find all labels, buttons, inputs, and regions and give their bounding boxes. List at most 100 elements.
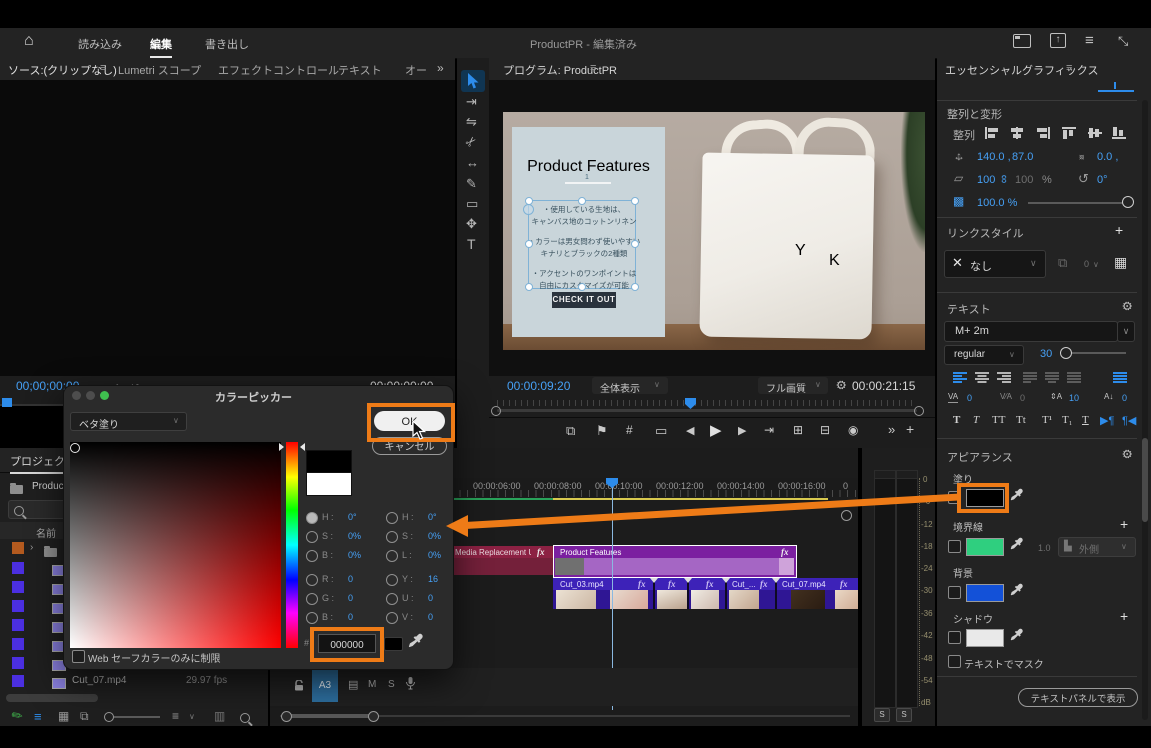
overwrite-icon[interactable]: ⊟ <box>820 423 830 437</box>
selection-handle[interactable] <box>631 283 639 291</box>
shadow-checkbox[interactable] <box>948 631 961 644</box>
rgb-b-value[interactable]: 0 <box>348 612 353 622</box>
home-icon[interactable]: ⌂ <box>24 32 34 50</box>
label-swatch[interactable] <box>12 675 24 687</box>
hand-tool[interactable]: ✥ <box>466 216 477 232</box>
label-swatch[interactable] <box>12 619 24 631</box>
hsl-h-radio[interactable] <box>386 512 398 524</box>
type-tool[interactable]: T <box>467 236 476 252</box>
yuv-y-value[interactable]: 16 <box>428 574 438 584</box>
underline-button[interactable]: T <box>1082 414 1089 426</box>
hsl-s-radio[interactable] <box>386 531 398 543</box>
hue-strip[interactable] <box>286 442 298 648</box>
yuv-y-radio[interactable] <box>386 574 398 586</box>
automate-icon[interactable]: ▥ <box>214 709 225 723</box>
freeform-view-icon[interactable]: ⧉ <box>80 709 89 724</box>
rgb-g-radio[interactable] <box>306 593 318 605</box>
track-mute-button[interactable]: M <box>368 679 376 690</box>
yuv-v-value[interactable]: 0 <box>428 612 433 622</box>
rgb-b-radio[interactable] <box>306 612 318 624</box>
fill-type-select[interactable]: ベタ塗り∨ <box>70 412 187 431</box>
export-frame-icon[interactable]: ◉ <box>848 423 858 437</box>
fx-badge[interactable]: fx <box>706 579 714 589</box>
sort-chevron-icon[interactable]: ∨ <box>189 712 195 721</box>
hsb-b-radio[interactable] <box>306 550 318 562</box>
style-grid-icon[interactable]: ▦ <box>1114 254 1127 271</box>
faux-bold-button[interactable]: T <box>953 414 960 426</box>
tab-more-chevrons[interactable]: » <box>437 61 444 75</box>
align-center-v-icon[interactable] <box>1088 126 1102 144</box>
selection-handle[interactable] <box>578 197 586 205</box>
program-scrub-handle-left[interactable] <box>491 406 501 416</box>
align-center-h-icon[interactable] <box>1010 126 1024 144</box>
text-wrench-icon[interactable]: ⚙ <box>1120 301 1134 312</box>
zoom-slider-knob[interactable] <box>104 712 114 722</box>
tab-lumetri[interactable]: Lumetri スコープ <box>118 62 201 78</box>
program-fit-select[interactable]: 全体表示∨ <box>592 377 668 394</box>
mask-with-text-checkbox[interactable] <box>948 655 961 668</box>
solo-button-left[interactable]: S <box>874 708 890 722</box>
program-settings-wrench-icon[interactable]: ⚙ <box>834 380 848 391</box>
voiceover-mic-icon[interactable] <box>406 677 415 695</box>
shadow-add-icon[interactable]: + <box>1120 608 1128 624</box>
align-top-icon[interactable] <box>1062 126 1076 144</box>
eg-edit-tab-indicator[interactable] <box>1098 82 1134 94</box>
tab-text[interactable]: テキスト <box>338 62 382 78</box>
fx-badge[interactable]: fx <box>668 579 676 589</box>
transport-add-icon[interactable]: + <box>906 421 914 437</box>
rgb-r-radio[interactable] <box>306 574 318 586</box>
font-family-select[interactable]: M+ 2m <box>944 321 1118 342</box>
selection-handle[interactable] <box>525 240 533 248</box>
tab-import[interactable]: 読み込み <box>78 36 122 52</box>
position-y-value[interactable]: 87.0 <box>1012 151 1033 163</box>
align-text-center-icon[interactable] <box>975 370 989 388</box>
all-caps-button[interactable]: TT <box>992 414 1005 426</box>
hsb-b-value[interactable]: 0% <box>348 550 361 560</box>
timeline-vscroll-handle[interactable] <box>841 510 852 521</box>
background-checkbox[interactable] <box>948 586 961 599</box>
rgb-r-value[interactable]: 0 <box>348 574 353 584</box>
justify-last-left-icon[interactable] <box>1023 370 1037 388</box>
yuv-v-radio[interactable] <box>386 612 398 624</box>
background-color-swatch[interactable] <box>966 584 1004 602</box>
superscript-button[interactable]: T¹ <box>1042 414 1052 426</box>
clip-row-name[interactable]: Cut_07.mp4 <box>72 675 126 686</box>
hue-marker-right[interactable] <box>300 443 305 451</box>
fx-badge[interactable]: fx <box>760 579 768 589</box>
scale-value[interactable]: 100 <box>977 174 995 186</box>
font-family-chevron[interactable]: ∨ <box>1117 321 1135 342</box>
transport-more-icon[interactable]: » <box>888 422 895 437</box>
program-scrub-track[interactable] <box>497 409 917 412</box>
safe-margins-icon[interactable]: ▭ <box>655 423 667 439</box>
grid-icon[interactable]: # <box>626 423 633 437</box>
align-text-left-icon[interactable] <box>953 370 967 388</box>
compare-view-icon[interactable]: ⧉ <box>566 423 575 439</box>
yuv-u-radio[interactable] <box>386 593 398 605</box>
label-swatch[interactable] <box>12 600 24 612</box>
play-in-out-icon[interactable]: ⇥ <box>764 423 774 437</box>
program-scrub-ticks[interactable] <box>497 400 917 406</box>
ltr-paragraph-icon[interactable]: ▶¶ <box>1100 414 1114 427</box>
timeline-hscroll-zone[interactable] <box>286 714 372 718</box>
justify-last-center-icon[interactable] <box>1045 370 1059 388</box>
icon-view-icon[interactable]: ▦ <box>58 709 69 723</box>
label-swatch[interactable] <box>12 562 24 574</box>
step-forward-icon[interactable]: ▶ <box>738 424 746 437</box>
selection-tool[interactable] <box>461 70 485 92</box>
source-patch-icon[interactable]: ▤ <box>348 678 358 691</box>
fx-badge[interactable]: fx <box>537 547 545 557</box>
fx-badge[interactable]: fx <box>781 547 789 557</box>
align-text-right-icon[interactable] <box>997 370 1011 388</box>
slip-tool[interactable]: ↔ <box>466 155 479 170</box>
baseline-shift-value[interactable]: 0 <box>1122 393 1127 403</box>
app-menu-icon[interactable]: ≡ <box>1085 32 1094 49</box>
program-timecode[interactable]: 00:00:09:20 <box>507 379 570 393</box>
program-panel-menu-icon[interactable]: ≡ <box>590 62 596 74</box>
label-swatch[interactable] <box>12 638 24 650</box>
share-icon[interactable]: ↑ <box>1050 33 1066 48</box>
dialog-traffic-close[interactable] <box>72 391 81 400</box>
workspace-icon[interactable] <box>1013 34 1031 48</box>
picker-eyedropper-icon[interactable] <box>408 633 423 654</box>
eg-panel-menu-icon[interactable]: ≡ <box>1066 62 1072 74</box>
tab-edit[interactable]: 編集 <box>150 36 172 58</box>
